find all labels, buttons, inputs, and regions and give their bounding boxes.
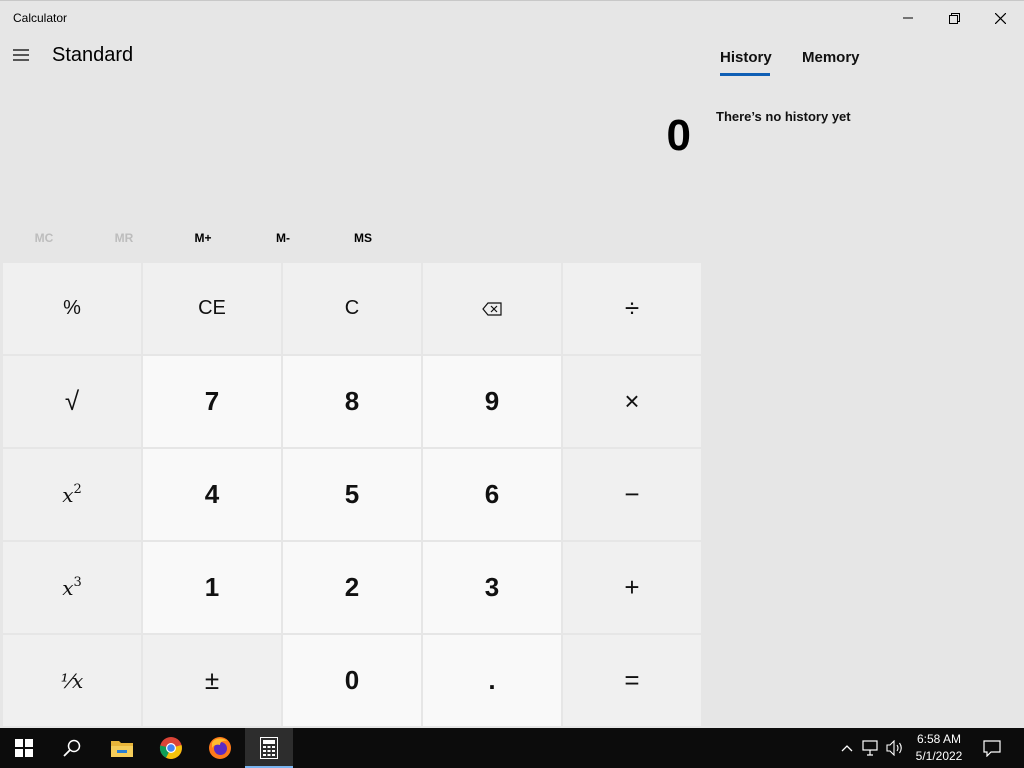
- volume-button[interactable]: [884, 728, 906, 768]
- digit-1-button[interactable]: 1: [143, 542, 281, 633]
- tab-memory[interactable]: Memory: [802, 49, 860, 66]
- file-explorer-icon: [111, 741, 133, 757]
- clear-button[interactable]: C: [283, 263, 421, 354]
- file-explorer-button[interactable]: [98, 728, 146, 768]
- digit-6-button[interactable]: 6: [423, 449, 561, 540]
- reciprocal-button[interactable]: ⅟x: [3, 635, 141, 726]
- memory-row: MC MR M+ M- MS: [4, 223, 400, 253]
- search-button[interactable]: [48, 728, 96, 768]
- square-root-button[interactable]: √: [3, 356, 141, 447]
- action-center-button[interactable]: [979, 728, 1005, 768]
- active-tab-indicator: [720, 73, 770, 76]
- equals-button[interactable]: =: [563, 635, 701, 726]
- digit-4-button[interactable]: 4: [143, 449, 281, 540]
- hamburger-icon: [13, 49, 29, 61]
- show-hidden-icons-button[interactable]: [838, 728, 856, 768]
- firefox-icon: [209, 737, 231, 759]
- notification-icon: [983, 739, 1001, 757]
- restore-button[interactable]: [931, 1, 977, 35]
- close-button[interactable]: [977, 1, 1023, 35]
- chrome-button[interactable]: [147, 728, 195, 768]
- multiply-button[interactable]: ×: [563, 356, 701, 447]
- add-button[interactable]: +: [563, 542, 701, 633]
- clock-time: 6:58 AM: [916, 732, 962, 746]
- digit-2-button[interactable]: 2: [283, 542, 421, 633]
- keypad: % CE C ÷ √ 7 8 9 × x2 4 5 6 − x3 1 2 3 +…: [3, 263, 701, 727]
- digit-0-button[interactable]: 0: [283, 635, 421, 726]
- history-empty-message: There’s no history yet: [716, 109, 851, 124]
- clock-date: 5/1/2022: [915, 749, 963, 763]
- reciprocal-label: ⅟x: [60, 668, 84, 693]
- memory-recall-button[interactable]: MR: [84, 223, 164, 253]
- calculator-taskbar-button[interactable]: [245, 728, 293, 768]
- minimize-icon: [903, 17, 913, 19]
- network-icon: [862, 740, 878, 756]
- chevron-up-icon: [841, 745, 853, 752]
- subtract-button[interactable]: −: [563, 449, 701, 540]
- navigation-menu-button[interactable]: [8, 41, 34, 69]
- network-button[interactable]: [860, 728, 882, 768]
- start-button[interactable]: [0, 728, 48, 768]
- digit-7-button[interactable]: 7: [143, 356, 281, 447]
- divide-button[interactable]: ÷: [563, 263, 701, 354]
- backspace-button[interactable]: [423, 263, 561, 354]
- calculator-icon: [260, 737, 278, 759]
- taskbar: 6:58 AM 5/1/2022: [0, 728, 1024, 768]
- negate-button[interactable]: ±: [143, 635, 281, 726]
- memory-add-button[interactable]: M+: [163, 223, 243, 253]
- square-button[interactable]: x2: [3, 449, 141, 540]
- window-title: Calculator: [13, 11, 68, 25]
- decimal-button[interactable]: .: [423, 635, 561, 726]
- clear-entry-button[interactable]: CE: [143, 263, 281, 354]
- restore-icon: [948, 12, 960, 24]
- chrome-icon: [159, 737, 182, 759]
- square-label: x2: [62, 482, 82, 507]
- digit-3-button[interactable]: 3: [423, 542, 561, 633]
- firefox-button[interactable]: [196, 728, 244, 768]
- clock[interactable]: 6:58 AM 5/1/2022: [912, 731, 966, 765]
- calculator-mode-title: Standard: [52, 44, 134, 66]
- result-display: 0: [666, 111, 691, 160]
- backspace-icon: [482, 301, 502, 316]
- tab-history[interactable]: History: [720, 49, 772, 66]
- close-icon: [994, 12, 1006, 24]
- volume-icon: [886, 740, 902, 756]
- title-bar[interactable]: Calculator: [0, 1, 1024, 35]
- windows-start-icon: [15, 739, 33, 757]
- search-icon: [63, 739, 81, 757]
- percent-button[interactable]: %: [3, 263, 141, 354]
- memory-clear-button[interactable]: MC: [4, 223, 84, 253]
- digit-9-button[interactable]: 9: [423, 356, 561, 447]
- minimize-button[interactable]: [885, 1, 931, 35]
- digit-5-button[interactable]: 5: [283, 449, 421, 540]
- cube-button[interactable]: x3: [3, 542, 141, 633]
- memory-subtract-button[interactable]: M-: [243, 223, 323, 253]
- memory-store-button[interactable]: MS: [323, 223, 403, 253]
- calculator-window: Calculator Standard 0 MC MR M+ M- MS % C…: [0, 0, 1024, 728]
- digit-8-button[interactable]: 8: [283, 356, 421, 447]
- cube-label: x3: [62, 575, 82, 600]
